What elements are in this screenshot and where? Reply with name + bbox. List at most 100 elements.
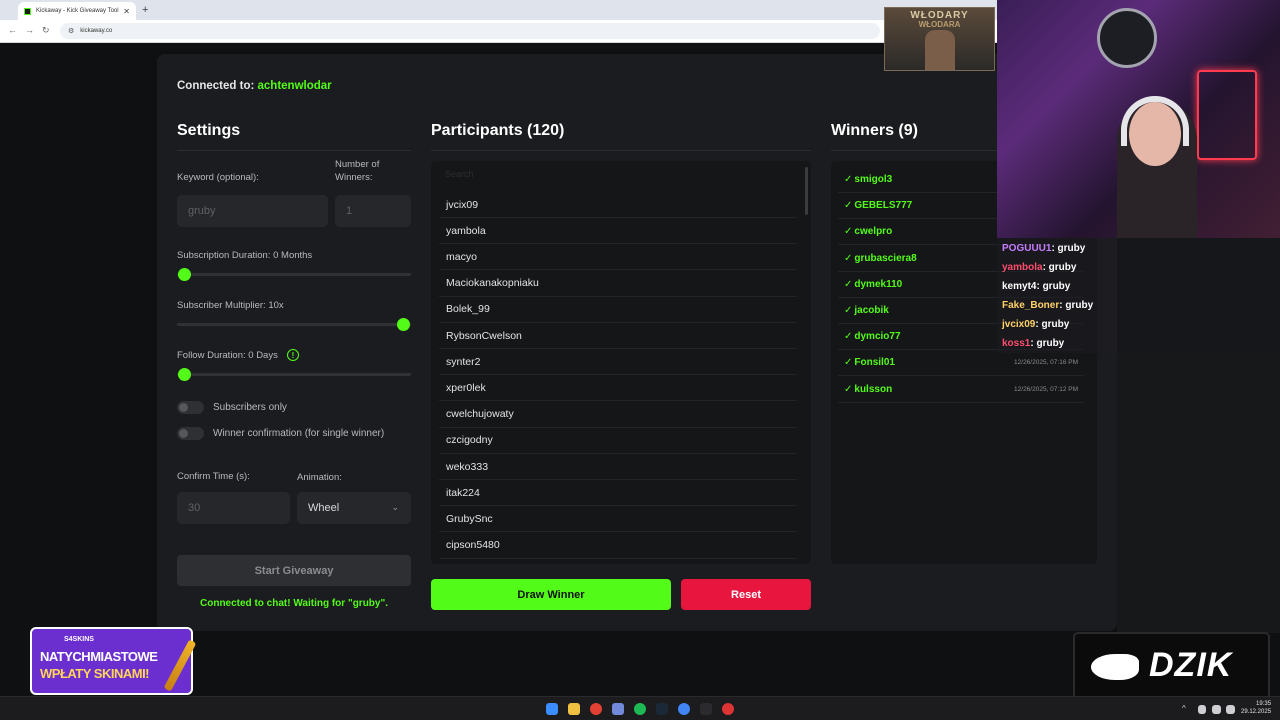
start-giveaway-button[interactable]: Start Giveaway bbox=[177, 555, 411, 586]
confirm-time-input[interactable]: 30 bbox=[177, 492, 290, 524]
subscription-duration-label: Subscription Duration: 0 Months bbox=[177, 250, 313, 261]
participant-row[interactable]: xper0lek bbox=[439, 375, 797, 402]
participant-row[interactable]: cwelchujowaty bbox=[439, 402, 797, 428]
winners-title: Winners (9) bbox=[831, 122, 918, 139]
subscription-duration-slider-thumb[interactable] bbox=[178, 268, 191, 281]
windows-taskbar: ^ 19:35 29.12.2025 bbox=[0, 696, 1280, 720]
winners-count-label: Number of Winners: bbox=[335, 159, 380, 183]
connection-status: Connected to: achtenwlodar bbox=[177, 80, 332, 92]
url-input[interactable]: ⚙ kickaway.co bbox=[60, 23, 880, 39]
site-settings-icon[interactable]: ⚙ bbox=[68, 27, 74, 35]
giveaway-app-panel: Connected to: achtenwlodar Settings Keyw… bbox=[157, 54, 1117, 631]
chat-text: : gruby bbox=[1030, 338, 1065, 349]
participant-row[interactable]: synter2 bbox=[439, 349, 797, 376]
tray-chevron-icon[interactable]: ^ bbox=[1182, 704, 1186, 713]
participant-row[interactable]: czcigodny bbox=[439, 428, 797, 454]
mic-icon[interactable] bbox=[1198, 705, 1206, 714]
reset-button[interactable]: Reset bbox=[681, 579, 811, 610]
record-icon[interactable] bbox=[722, 703, 734, 715]
check-icon: ✓ bbox=[844, 252, 853, 264]
follow-duration-slider-thumb[interactable] bbox=[178, 368, 191, 381]
chat-text: : gruby bbox=[1059, 300, 1094, 311]
participants-list[interactable]: Search jvcix09 yambola macyo Maciokanakopni… bbox=[431, 161, 811, 564]
winners-count-input[interactable]: 1 bbox=[335, 195, 411, 227]
chrome-icon[interactable] bbox=[590, 703, 602, 715]
info-icon[interactable]: ! bbox=[287, 349, 299, 361]
back-icon[interactable]: ← bbox=[8, 25, 17, 35]
subscribers-only-toggle[interactable] bbox=[177, 401, 204, 414]
discord-icon[interactable] bbox=[612, 703, 624, 715]
dzik-logo: DZIK bbox=[1073, 632, 1270, 700]
chat-message: koss1: gruby bbox=[1002, 337, 1064, 350]
keyword-input[interactable]: gruby bbox=[177, 195, 328, 227]
url-text: kickaway.co bbox=[80, 28, 113, 34]
spotify-icon[interactable] bbox=[634, 703, 646, 715]
chat-text: : gruby bbox=[1035, 319, 1070, 330]
steam-icon[interactable] bbox=[656, 703, 668, 715]
participants-divider bbox=[431, 150, 811, 151]
close-icon[interactable]: ✕ bbox=[123, 7, 130, 16]
network-icon[interactable] bbox=[1212, 705, 1221, 714]
participants-scrollbar[interactable] bbox=[805, 167, 808, 215]
draw-winner-button[interactable]: Draw Winner bbox=[431, 579, 671, 610]
follow-duration-slider[interactable] bbox=[177, 373, 411, 376]
app-icon[interactable] bbox=[700, 703, 712, 715]
volume-icon[interactable] bbox=[1226, 705, 1235, 714]
settings-title: Settings bbox=[177, 122, 241, 139]
reload-icon[interactable]: ↻ bbox=[42, 25, 50, 36]
chat-message: POGUUU1: gruby bbox=[1002, 242, 1085, 255]
chat-username: Fake_Boner bbox=[1002, 300, 1060, 311]
stream-chat-overlay: POGUUU1: gruby yambola: gruby kemyt4: grub… bbox=[997, 238, 1280, 353]
system-clock[interactable]: 19:35 29.12.2025 bbox=[1241, 700, 1271, 716]
winner-name: cwelpro bbox=[854, 226, 893, 238]
chrome-active-icon[interactable] bbox=[678, 703, 690, 715]
start-icon[interactable] bbox=[546, 703, 558, 715]
participant-row[interactable]: Maciokanakopniaku bbox=[439, 271, 797, 297]
logo-figure-image bbox=[925, 30, 955, 70]
winner-name: GEBELS777 bbox=[854, 200, 913, 212]
toggle-knob bbox=[179, 429, 188, 438]
forward-icon[interactable]: → bbox=[25, 25, 34, 35]
chat-connection-status: Connected to chat! Waiting for "gruby". bbox=[200, 598, 388, 609]
participant-row[interactable]: weko333 bbox=[439, 454, 797, 480]
winner-confirmation-toggle[interactable] bbox=[177, 427, 204, 440]
browser-tab[interactable]: Kickaway - Kick Giveaway Tool ✕ bbox=[18, 2, 136, 20]
file-explorer-icon[interactable] bbox=[568, 703, 580, 715]
animation-label: Animation: bbox=[297, 472, 342, 483]
participant-row[interactable]: Bolek_99 bbox=[439, 297, 797, 323]
toggle-knob bbox=[179, 403, 188, 412]
dzik-wordmark: DZIK bbox=[1149, 646, 1233, 684]
chat-username: yambola bbox=[1002, 262, 1043, 273]
chat-message: jvcix09: gruby bbox=[1002, 318, 1069, 331]
winner-name: jacobik bbox=[854, 305, 889, 316]
participants-search-input[interactable]: Search bbox=[445, 169, 474, 179]
subscriber-multiplier-slider[interactable] bbox=[177, 323, 411, 326]
participant-row[interactable]: RybsonCwelson bbox=[439, 323, 797, 349]
participant-row[interactable]: macyo bbox=[439, 244, 797, 271]
participant-row[interactable]: yambola bbox=[439, 218, 797, 245]
chat-username: kemyt4 bbox=[1002, 281, 1037, 292]
participant-row[interactable]: jvcix09 bbox=[439, 192, 797, 218]
settings-divider bbox=[177, 150, 411, 151]
subscriber-multiplier-slider-thumb[interactable] bbox=[397, 318, 410, 331]
chat-message: kemyt4: gruby bbox=[1002, 280, 1070, 293]
participant-row[interactable]: itak224 bbox=[439, 480, 797, 507]
participants-title: Participants (120) bbox=[431, 122, 565, 139]
winner-row: ✓ kulsson 12/26/2025, 07:12 PM bbox=[838, 377, 1084, 403]
follow-duration-label: Follow Duration: 0 Days bbox=[177, 350, 278, 361]
check-icon: ✓ bbox=[844, 278, 853, 290]
subscription-duration-slider[interactable] bbox=[177, 273, 411, 276]
sponsor-line-1: NATYCHMIASTOWE bbox=[40, 649, 158, 664]
connected-channel: achtenwlodar bbox=[257, 80, 332, 92]
chevron-down-icon: ⌄ bbox=[391, 502, 399, 512]
check-icon: ✓ bbox=[844, 331, 853, 343]
connection-prefix: Connected to: bbox=[177, 80, 258, 92]
winner-name: dymek110 bbox=[854, 278, 903, 290]
winner-confirmation-label: Winner confirmation (for single winner) bbox=[213, 428, 385, 439]
winner-name: Fonsil01 bbox=[854, 357, 895, 369]
new-tab-icon[interactable]: + bbox=[142, 3, 148, 17]
participant-row[interactable]: cipson5480 bbox=[439, 533, 797, 559]
participant-row[interactable]: GrubySnc bbox=[439, 506, 797, 533]
animation-select[interactable]: Wheel ⌄ bbox=[297, 492, 411, 524]
winner-name: dymcio77 bbox=[854, 331, 901, 343]
